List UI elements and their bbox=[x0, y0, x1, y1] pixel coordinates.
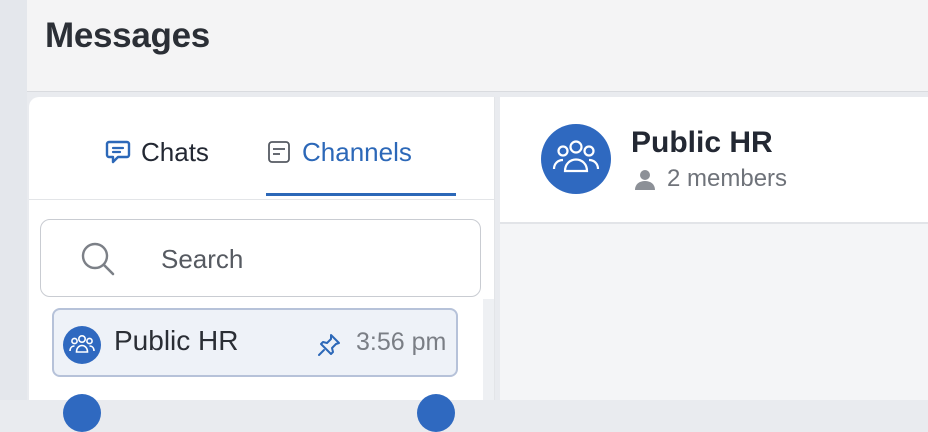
tab-channels-label: Channels bbox=[302, 137, 412, 167]
search-input[interactable] bbox=[159, 240, 443, 278]
chat-bubble-icon bbox=[105, 140, 131, 164]
channel-avatar bbox=[63, 326, 101, 364]
group-icon bbox=[69, 335, 95, 353]
page-title: Messages bbox=[45, 16, 210, 55]
page-header: Messages bbox=[27, 0, 928, 92]
conversation-pane: Public HR 2 members bbox=[500, 97, 928, 400]
pin-icon[interactable] bbox=[316, 332, 342, 358]
conversation-header: Public HR 2 members bbox=[500, 97, 928, 224]
group-icon bbox=[552, 140, 600, 173]
active-tab-indicator bbox=[266, 193, 456, 196]
conversation-title: Public HR bbox=[631, 126, 773, 159]
search-box[interactable] bbox=[40, 219, 481, 297]
conversation-avatar[interactable] bbox=[541, 124, 611, 194]
search-icon bbox=[81, 242, 115, 276]
scrollbar[interactable] bbox=[483, 299, 494, 400]
members-label: 2 members bbox=[667, 165, 788, 192]
app-rail bbox=[0, 0, 27, 400]
sidebar: Chats Channels Search Public HR 3:56 pm bbox=[29, 97, 495, 432]
tab-chats-label: Chats bbox=[141, 137, 209, 167]
channel-name: Public HR bbox=[114, 325, 239, 356]
tab-bar: Chats Channels bbox=[29, 97, 494, 200]
tab-channels[interactable]: Channels bbox=[266, 135, 456, 195]
members-count[interactable]: 2 members bbox=[633, 165, 787, 193]
channel-icon bbox=[268, 141, 290, 163]
tab-chats[interactable]: Chats bbox=[105, 135, 209, 195]
channel-list-item[interactable]: Public HR 3:56 pm bbox=[52, 308, 458, 377]
person-icon bbox=[635, 170, 655, 190]
channel-timestamp: 3:56 pm bbox=[356, 328, 447, 356]
